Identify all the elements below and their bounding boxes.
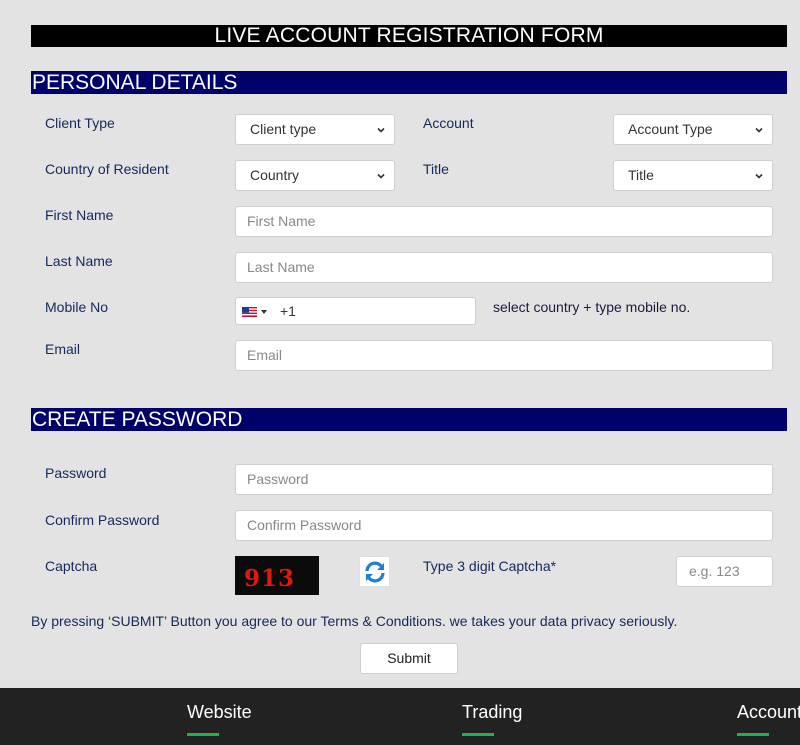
refresh-icon [365,561,385,583]
title-value: Title [628,167,654,183]
form-title: LIVE ACCOUNT REGISTRATION FORM [31,25,787,47]
footer-nav: Website Trading Accounts [0,688,800,745]
first-name-input[interactable]: First Name [235,206,773,237]
captcha-input[interactable]: e.g. 123 [676,556,773,587]
refresh-captcha-button[interactable] [359,556,390,587]
chevron-down-icon [755,173,763,179]
mobile-label: Mobile No [45,299,109,315]
chevron-down-icon [755,127,763,133]
captcha-text: 913 [244,565,296,592]
email-input[interactable]: Email [235,340,773,371]
us-flag-icon[interactable] [242,307,257,317]
footer-link-trading[interactable]: Trading [462,702,522,723]
captcha-label: Captcha [45,558,98,574]
password-input[interactable]: Password [235,464,773,495]
confirm-password-label: Confirm Password [45,512,160,528]
personal-details-heading: PERSONAL DETAILS [31,71,787,94]
captcha-image: 913 [235,556,319,595]
account-type-value: Account Type [628,121,713,137]
first-name-label: First Name [45,207,114,223]
submit-button[interactable]: Submit [360,643,458,674]
account-label: Account [423,115,474,131]
mobile-input[interactable]: +1 [235,297,476,325]
captcha-hint: Type 3 digit Captcha* [423,558,557,574]
country-value: Country [250,167,300,183]
footer-link-website[interactable]: Website [187,702,252,723]
password-label: Password [45,465,107,481]
email-label: Email [45,341,81,357]
caret-down-icon[interactable] [261,310,267,314]
last-name-label: Last Name [45,253,113,269]
footer-link-accounts[interactable]: Accounts [737,702,800,723]
client-type-label: Client Type [45,115,115,131]
client-type-select[interactable]: Client type [235,114,395,145]
create-password-heading: CREATE PASSWORD [31,408,787,431]
title-select[interactable]: Title [613,160,773,191]
account-type-select[interactable]: Account Type [613,114,773,145]
mobile-hint: select country + type mobile no. [493,299,691,315]
title-label: Title [423,161,449,177]
last-name-input[interactable]: Last Name [235,252,773,283]
confirm-password-input[interactable]: Confirm Password [235,510,773,541]
footer-underline [462,733,494,736]
country-label: Country of Resident [45,161,169,177]
client-type-value: Client type [250,121,317,137]
dial-code: +1 [280,303,296,319]
footer-underline [187,733,219,736]
chevron-down-icon [377,127,385,133]
terms-notice: By pressing ‘SUBMIT’ Button you agree to… [31,613,678,629]
chevron-down-icon [377,173,385,179]
country-select[interactable]: Country [235,160,395,191]
footer-underline [737,733,769,736]
